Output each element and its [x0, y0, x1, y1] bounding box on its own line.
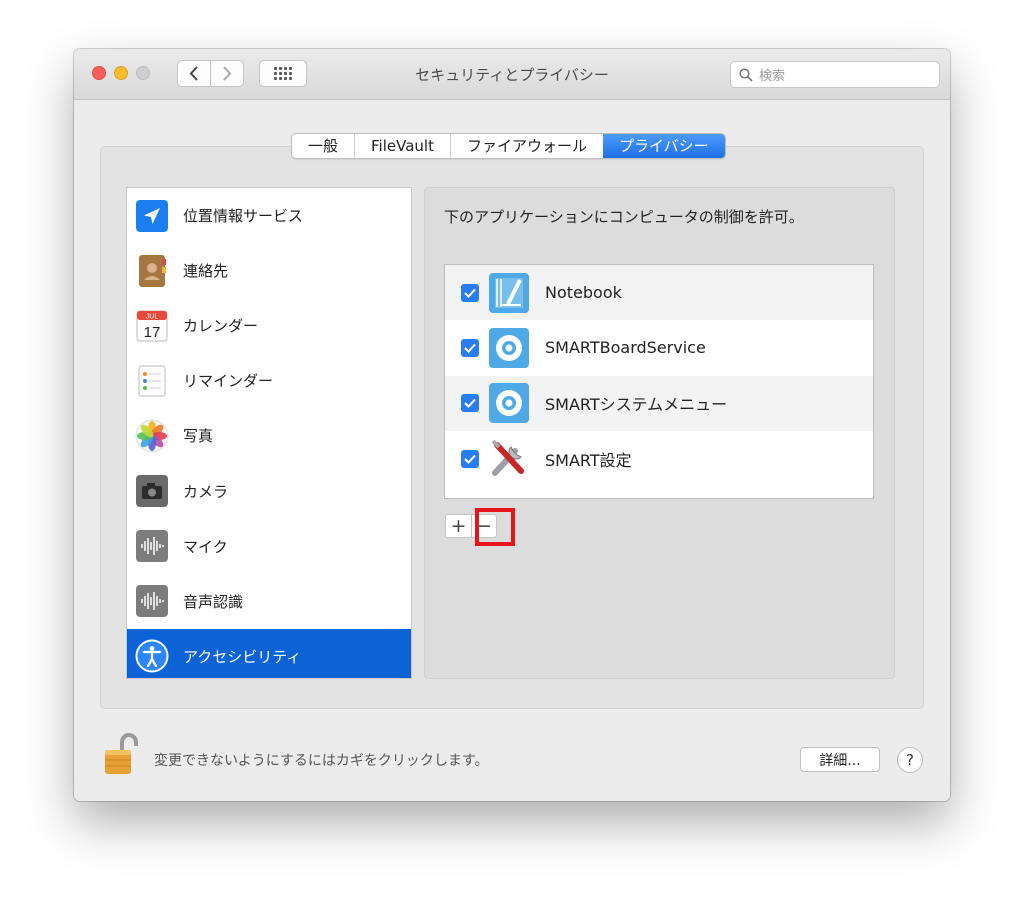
location-arrow-icon: [135, 199, 169, 233]
checkmark-icon: [464, 343, 476, 353]
app-checkbox[interactable]: [461, 449, 479, 468]
sidebar-item-camera[interactable]: カメラ: [127, 463, 411, 518]
sidebar-item-label: リマインダー: [183, 372, 274, 391]
tab-filevault[interactable]: FileVault: [354, 134, 450, 158]
app-name: SMARTBoardService: [545, 338, 706, 358]
sidebar-item-label: カメラ: [183, 482, 229, 501]
calendar-icon-month: JUL: [146, 313, 159, 320]
tab-general[interactable]: 一般: [292, 134, 354, 158]
speech-recognition-waveform-icon: [135, 584, 169, 618]
search-icon: [739, 67, 753, 82]
app-checkbox[interactable]: [461, 394, 479, 413]
checkmark-icon: [464, 454, 476, 464]
sidebar-item-label: マイク: [183, 537, 228, 556]
smart-settings-tools-icon: [487, 437, 531, 481]
sidebar-item-label: 音声認識: [183, 592, 244, 611]
photos-flower-icon: [135, 419, 169, 453]
privacy-category-list: 位置情報サービス 連絡先 JUL 17 カレンダー リマインダー 写真 カメラ …: [126, 187, 412, 679]
search-placeholder: 検索: [759, 69, 786, 84]
calendar-icon: JUL 17: [135, 309, 169, 343]
checkmark-icon: [464, 288, 476, 298]
app-row-smartboardservice[interactable]: SMARTBoardService: [445, 320, 873, 375]
allowed-app-list: Notebook SMARTBoardService SMARTシステムメニュー: [444, 264, 874, 499]
app-checkbox[interactable]: [461, 283, 479, 302]
contacts-book-icon: [135, 254, 169, 288]
sidebar-item-label: 連絡先: [183, 262, 229, 281]
microphone-waveform-icon: [135, 529, 169, 563]
checkmark-icon: [464, 399, 476, 409]
sidebar-item-location-services[interactable]: 位置情報サービス: [127, 188, 411, 243]
camera-icon: [135, 474, 169, 508]
tab-bar: 一般 FileVault ファイアウォール プライバシー: [291, 133, 726, 159]
lock-instruction: 変更できないようにするにはカギをクリックします。: [154, 753, 489, 769]
help-button[interactable]: ?: [897, 747, 923, 773]
tab-privacy[interactable]: プライバシー: [602, 134, 725, 158]
sidebar-item-photos[interactable]: 写真: [127, 408, 411, 463]
tab-firewall[interactable]: ファイアウォール: [449, 134, 603, 158]
search-field[interactable]: 検索: [730, 61, 940, 88]
app-name: SMART設定: [545, 450, 632, 470]
sidebar-item-speech-recognition[interactable]: 音声認識: [127, 574, 411, 629]
remove-button-highlight: [475, 508, 515, 546]
app-row-smart-system-menu[interactable]: SMARTシステムメニュー: [445, 375, 873, 431]
sidebar-item-label: 位置情報サービス: [183, 207, 304, 226]
calendar-icon-day: 17: [144, 324, 161, 341]
app-row-smart-settings[interactable]: SMART設定: [445, 431, 873, 486]
advanced-button[interactable]: 詳細...: [800, 747, 880, 772]
sidebar-item-label: 写真: [183, 427, 214, 446]
smart-board-service-icon: [487, 326, 531, 370]
reminders-list-icon: [135, 364, 169, 398]
notebook-app-icon: [487, 271, 531, 315]
app-row-notebook[interactable]: Notebook: [445, 265, 873, 321]
preferences-window: セキュリティとプライバシー 検索 一般 FileVault ファイアウォール プ…: [74, 49, 950, 801]
sidebar-item-microphone[interactable]: マイク: [127, 519, 411, 574]
sidebar-item-label: アクセシビリティ: [183, 647, 302, 666]
accessibility-icon: [135, 639, 169, 673]
detail-description: 下のアプリケーションにコンピュータの制御を許可。: [444, 208, 804, 226]
sidebar-item-accessibility[interactable]: アクセシビリティ: [127, 628, 411, 678]
unlocked-padlock-icon[interactable]: [102, 732, 140, 776]
smart-system-menu-icon: [487, 381, 531, 425]
add-app-button[interactable]: +: [446, 515, 471, 537]
sidebar-item-label: カレンダー: [183, 317, 259, 336]
title-bar: セキュリティとプライバシー 検索: [74, 49, 950, 100]
app-name: SMARTシステムメニュー: [545, 395, 728, 415]
sidebar-item-calendar[interactable]: JUL 17 カレンダー: [127, 298, 411, 353]
app-checkbox[interactable]: [461, 338, 479, 357]
sidebar-item-reminders[interactable]: リマインダー: [127, 353, 411, 408]
app-name: Notebook: [545, 283, 622, 303]
sidebar-item-contacts[interactable]: 連絡先: [127, 243, 411, 298]
